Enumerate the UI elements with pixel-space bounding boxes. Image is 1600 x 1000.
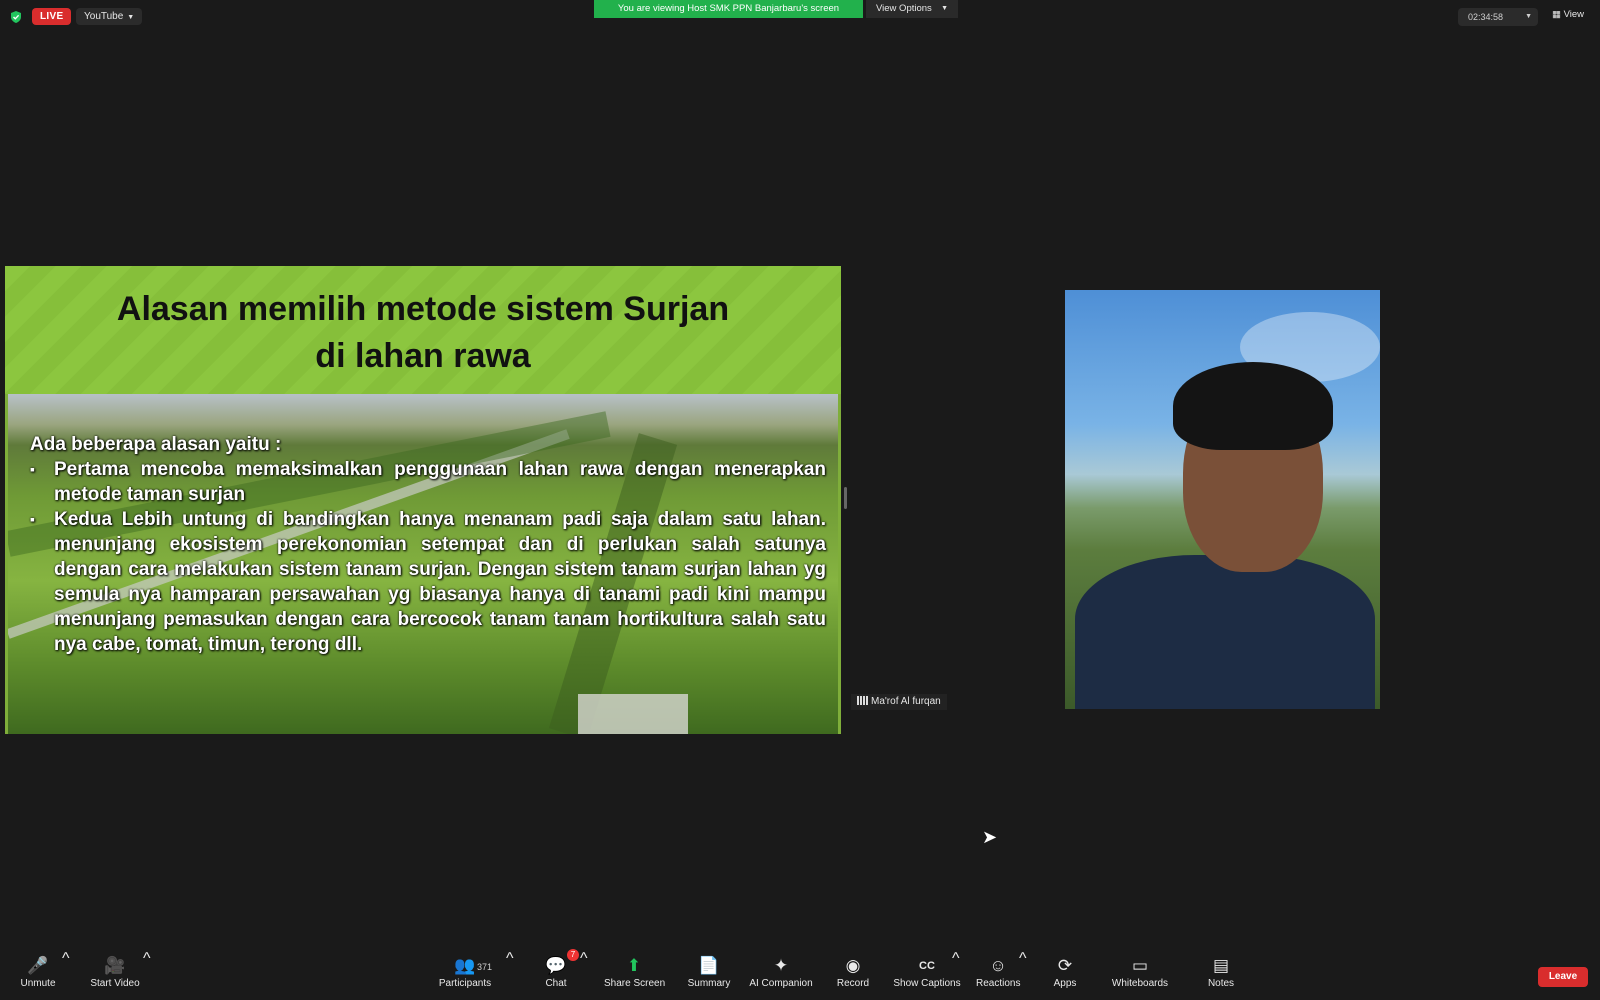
slide-body: Ada beberapa alasan yaitu : Pertama menc…: [30, 432, 826, 657]
leave-button[interactable]: Leave: [1538, 967, 1588, 987]
reactions-label: Reactions: [976, 978, 1021, 989]
apps-icon: ⟳: [1057, 956, 1073, 975]
slide-title-line-1: Alasan memilih metode sistem Surjan: [116, 290, 730, 328]
summary-icon: 📄: [698, 956, 720, 975]
whiteboards-button[interactable]: ▭ Whiteboards: [1110, 950, 1170, 1000]
apps-label: Apps: [1053, 978, 1077, 989]
start-video-button[interactable]: 🎥 Start Video: [88, 950, 142, 1000]
ai-companion-button[interactable]: ✦ AI Companion: [748, 950, 814, 1000]
live-badge[interactable]: LIVE: [32, 8, 72, 25]
audio-options-caret[interactable]: ^: [62, 950, 70, 1000]
reactions-options-caret[interactable]: ^: [1019, 950, 1027, 1000]
share-screen-button[interactable]: ⬆ Share Screen: [604, 950, 666, 1000]
unmute-label: Unmute: [20, 978, 56, 989]
slide-bullet: Kedua Lebih untung di bandingkan hanya m…: [30, 507, 826, 657]
view-options-label: View Options: [876, 3, 932, 14]
chat-button[interactable]: 💬 7 Chat: [540, 949, 579, 1000]
notes-button[interactable]: ▤ Notes: [1206, 950, 1236, 1000]
chevron-down-icon: ▼: [127, 14, 135, 21]
stream-target-label: YouTube: [84, 11, 124, 22]
chat-unread-badge: 7: [567, 949, 579, 961]
record-label: Record: [836, 978, 870, 989]
video-hair: [1173, 362, 1333, 450]
timer-value: 02:34:58: [1468, 12, 1504, 22]
share-screen-icon: ⬆: [626, 956, 642, 975]
meeting-timer[interactable]: 02:34:58 ▼: [1458, 8, 1538, 26]
summary-button[interactable]: 📄 Summary: [684, 950, 734, 1000]
chat-options-caret[interactable]: ^: [580, 950, 588, 1000]
meeting-toolbar: 🎤 Unmute ^ 🎥 Start Video ^ 👥 371 Partici…: [0, 949, 1600, 1000]
summary-label: Summary: [687, 978, 731, 989]
share-screen-label: Share Screen: [604, 978, 666, 989]
mouse-cursor-icon: ➤: [982, 827, 998, 847]
top-bar: LIVE YouTube ▼ You are viewing Host SMK P…: [0, 0, 1600, 34]
whiteboard-icon: ▭: [1131, 956, 1149, 975]
chevron-down-icon: ▼: [1525, 13, 1532, 20]
reactions-icon: ☺: [989, 956, 1007, 975]
participants-count: 371: [477, 962, 493, 972]
whiteboards-label: Whiteboards: [1111, 978, 1169, 989]
captions-options-caret[interactable]: ^: [952, 950, 960, 1000]
rice-field-photo: Ada beberapa alasan yaitu : Pertama menc…: [8, 394, 838, 734]
chat-label: Chat: [545, 978, 567, 989]
shield-icon[interactable]: [9, 10, 23, 24]
signal-strength-icon: [857, 696, 868, 705]
shared-screen: Alasan memilih metode sistem Surjan di l…: [5, 266, 841, 734]
participants-label: Participants: [438, 978, 492, 989]
record-icon: ◉: [845, 956, 861, 975]
start-video-label: Start Video: [90, 978, 140, 989]
reactions-button[interactable]: ☺ Reactions: [976, 950, 1020, 1000]
participants-button[interactable]: 👥 371 Participants: [436, 950, 494, 1000]
record-button[interactable]: ◉ Record: [834, 950, 872, 1000]
slide-title-line-2: di lahan rawa: [315, 337, 531, 375]
view-label: View: [1563, 9, 1585, 20]
slide-header: Alasan memilih metode sistem Surjan di l…: [5, 266, 841, 394]
notes-label: Notes: [1207, 978, 1235, 989]
unmute-button[interactable]: 🎤 Unmute: [18, 950, 58, 1000]
slide-bullet: Pertama mencoba memaksimalkan penggunaan…: [30, 457, 826, 507]
slide-bullet-list: Pertama mencoba memaksimalkan penggunaan…: [30, 457, 826, 657]
video-options-caret[interactable]: ^: [143, 950, 151, 1000]
view-options-button[interactable]: View Options ▼: [866, 0, 958, 18]
panel-resize-handle[interactable]: [844, 487, 847, 509]
view-button[interactable]: ▦ View: [1552, 9, 1584, 20]
participant-video-tile[interactable]: [1065, 290, 1380, 709]
ai-companion-label: AI Companion: [749, 978, 813, 989]
video-off-icon: 🎥: [104, 956, 126, 975]
screen-share-banner: You are viewing Host SMK PPN Banjarbaru'…: [594, 0, 863, 18]
notes-icon: ▤: [1212, 956, 1230, 975]
participant-name: Ma'rof Al furqan: [871, 696, 941, 707]
participant-name-tag: Ma'rof Al furqan: [851, 694, 947, 710]
stream-target-dropdown[interactable]: YouTube ▼: [76, 8, 143, 25]
mic-muted-icon: 🎤: [27, 956, 49, 975]
apps-button[interactable]: ⟳ Apps: [1052, 950, 1078, 1000]
ai-companion-icon: ✦: [773, 956, 789, 975]
chat-icon: 💬: [545, 956, 567, 975]
chevron-down-icon: ▼: [941, 5, 948, 12]
slide-title: Alasan memilih metode sistem Surjan di l…: [35, 286, 811, 380]
participants-options-caret[interactable]: ^: [506, 950, 514, 1000]
video-shirt: [1075, 555, 1375, 709]
slide-intro: Ada beberapa alasan yaitu :: [30, 434, 282, 455]
